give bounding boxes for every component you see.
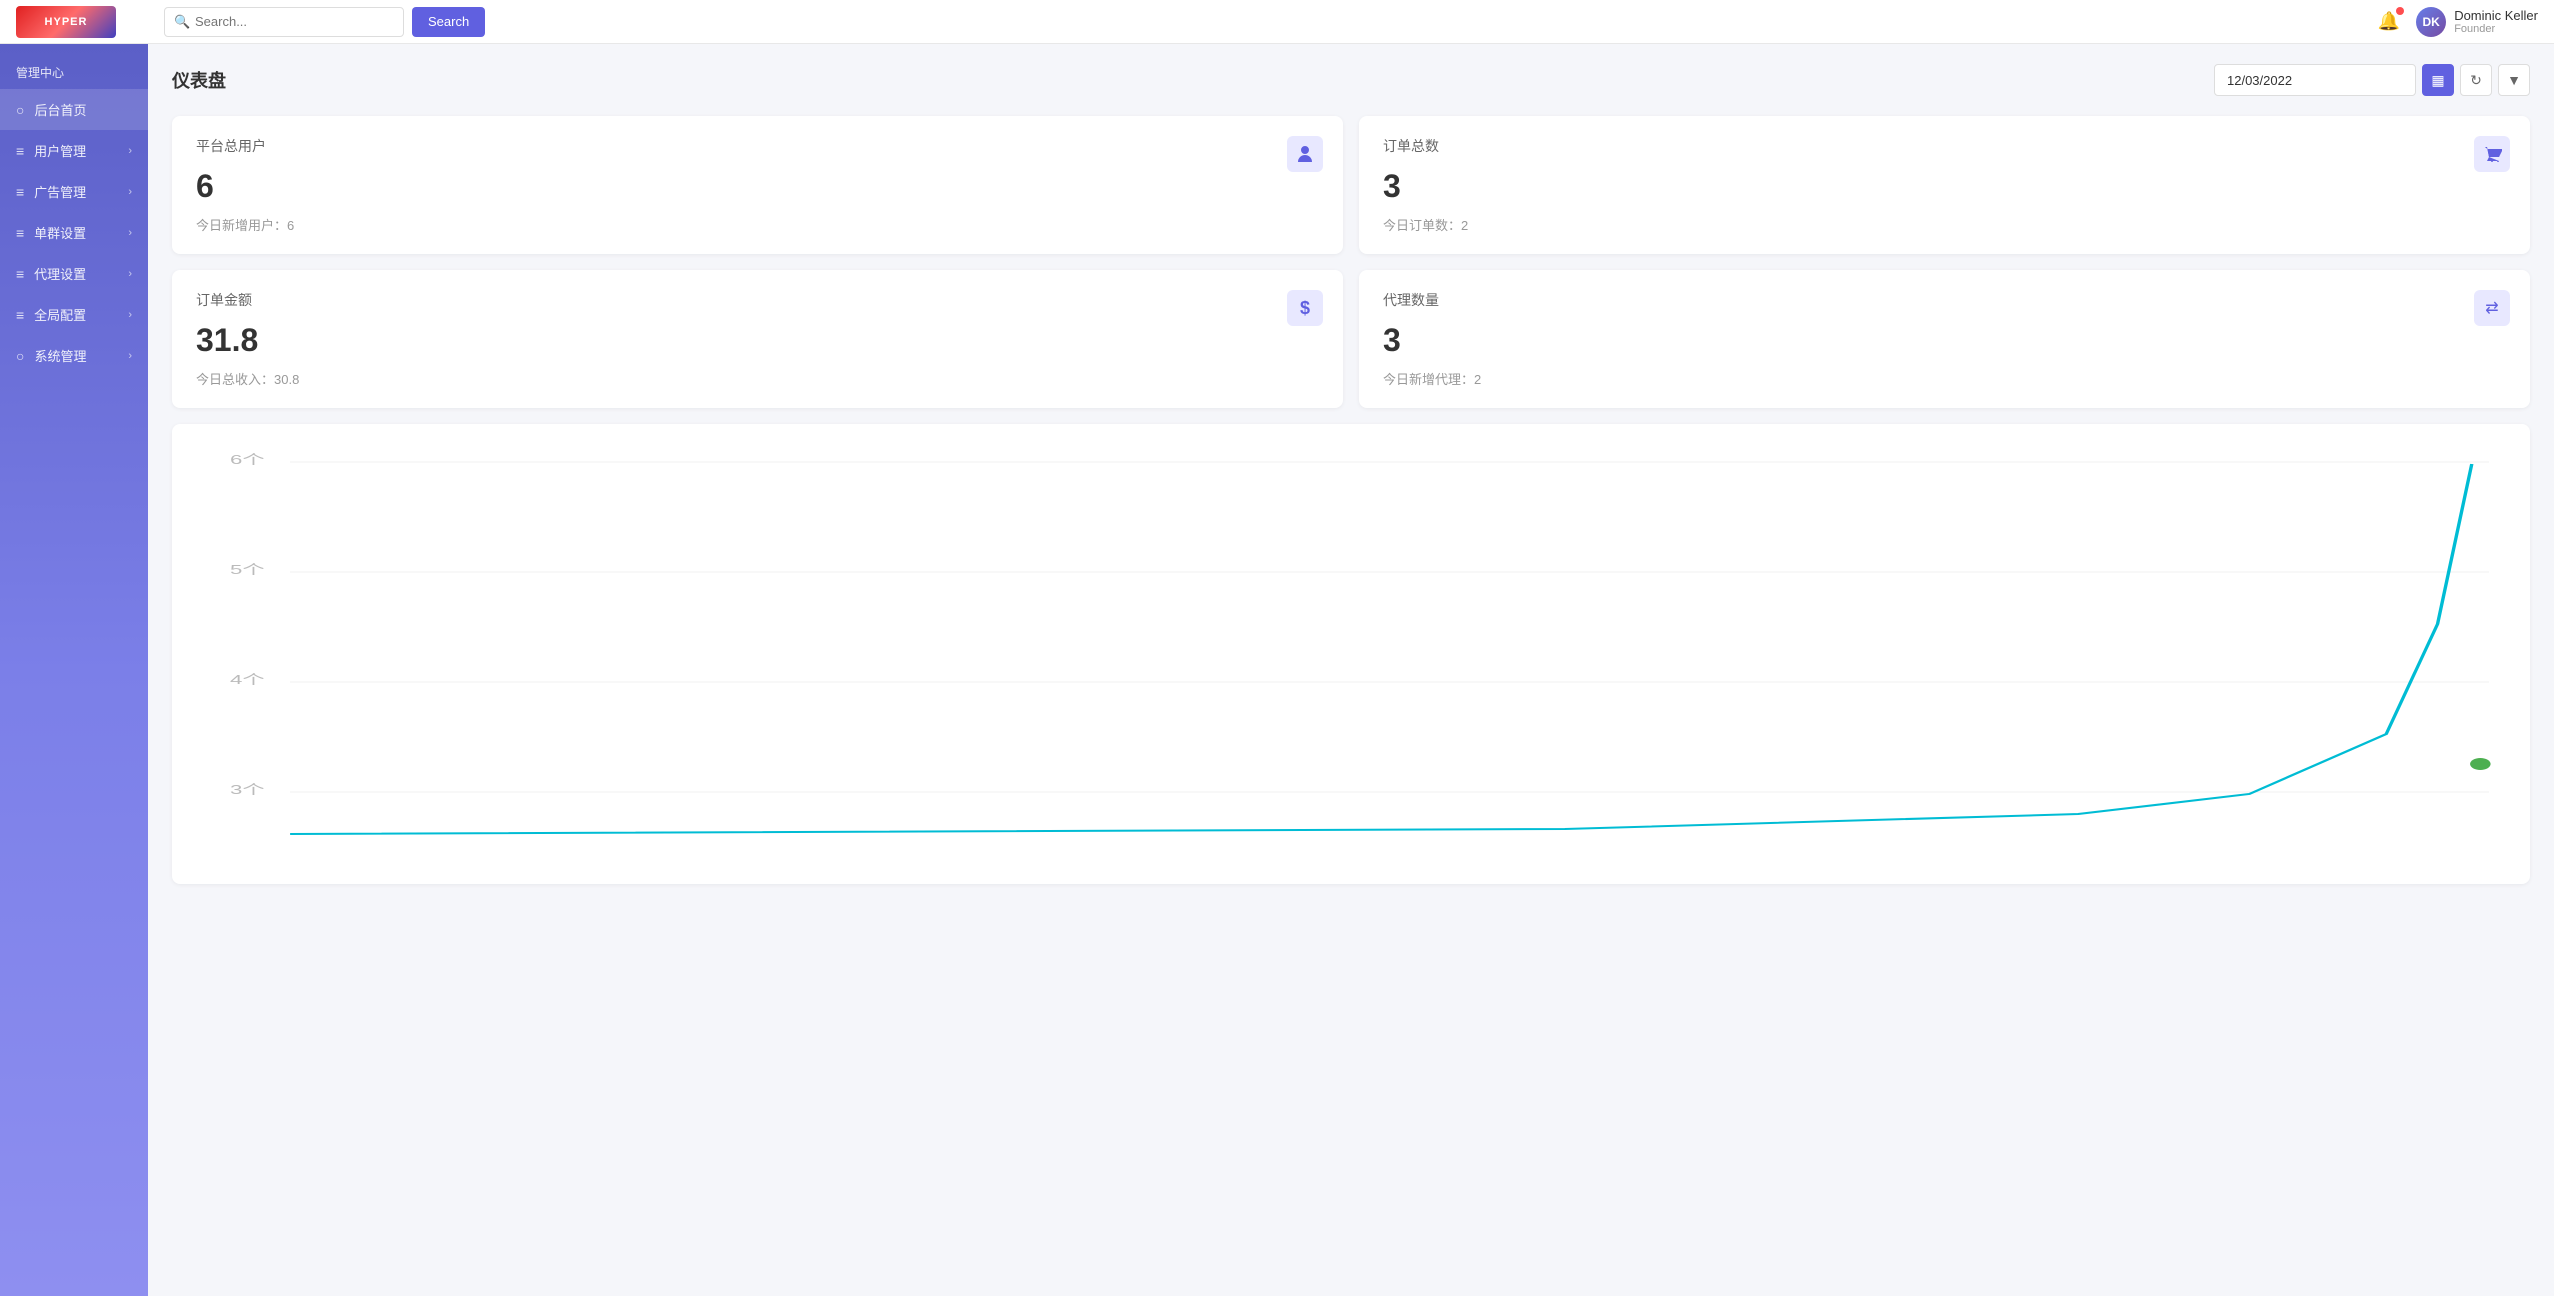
stat-title-amount: 订单金额 <box>196 290 1319 310</box>
date-controls: ▦ ↻ ▼ <box>2214 64 2530 96</box>
date-input[interactable] <box>2214 64 2416 96</box>
stat-card-orders: 订单总数 3 今日订单数：2 <box>1359 116 2530 254</box>
stat-card-users: 平台总用户 6 今日新增用户：6 <box>172 116 1343 254</box>
arrow-icon: › <box>128 350 132 362</box>
sidebar: 管理中心 ○ 后台首页 ≡ 用户管理 › ≡ 广告管理 › ≡ 单群设置 › ≡… <box>0 44 148 1296</box>
sidebar-title: 管理中心 <box>0 52 148 89</box>
search-input-wrap: 🔍 <box>164 7 404 37</box>
y-label-6: 6个 <box>230 453 265 467</box>
sidebar-item-system[interactable]: ○ 系统管理 › <box>0 335 148 376</box>
calendar-btn[interactable]: ▦ <box>2422 64 2454 96</box>
sidebar-item-dashboard[interactable]: ○ 后台首页 <box>0 89 148 130</box>
stat-title-agents: 代理数量 <box>1383 290 2506 310</box>
sidebar-item-users[interactable]: ≡ 用户管理 › <box>0 130 148 171</box>
stat-sub-users: 今日新增用户：6 <box>196 215 1319 234</box>
global-menu-icon: ≡ <box>16 307 24 323</box>
sidebar-item-label: 系统管理 <box>34 346 86 365</box>
stat-value-agents: 3 <box>1383 322 2506 359</box>
stat-sub-orders: 今日订单数：2 <box>1383 215 2506 234</box>
user-info[interactable]: DK Dominic Keller Founder <box>2416 7 2538 37</box>
sidebar-item-ads[interactable]: ≡ 广告管理 › <box>0 171 148 212</box>
stat-sub-agents: 今日新增代理：2 <box>1383 369 2506 388</box>
stat-value-amount: 31.8 <box>196 322 1319 359</box>
chart-line <box>290 464 2472 834</box>
system-menu-icon: ○ <box>16 348 24 364</box>
y-label-3: 3个 <box>230 783 265 797</box>
home-icon: ○ <box>16 102 24 118</box>
chart-svg: 6个 5个 4个 3个 <box>196 444 2506 864</box>
sidebar-item-global[interactable]: ≡ 全局配置 › <box>0 294 148 335</box>
stat-sub-amount: 今日总收入：30.8 <box>196 369 1319 388</box>
search-icon: 🔍 <box>174 14 190 30</box>
y-label-4: 4个 <box>230 673 265 687</box>
stat-value-users: 6 <box>196 168 1319 205</box>
search-area: 🔍 Search <box>164 7 2378 37</box>
arrow-icon: › <box>128 309 132 321</box>
users-menu-icon: ≡ <box>16 143 24 159</box>
logo-area: HYPER <box>16 6 164 38</box>
arrow-icon: › <box>128 227 132 239</box>
sidebar-item-label: 全局配置 <box>34 305 86 324</box>
stat-value-orders: 3 <box>1383 168 2506 205</box>
sidebar-item-label: 单群设置 <box>34 223 86 242</box>
sidebar-item-group[interactable]: ≡ 单群设置 › <box>0 212 148 253</box>
stats-grid: 平台总用户 6 今日新增用户：6 订单总数 3 今日订单数：2 <box>172 116 2530 408</box>
stat-card-amount: 订单金额 31.8 今日总收入：30.8 $ <box>172 270 1343 408</box>
header-right: 🔔 DK Dominic Keller Founder <box>2378 7 2538 37</box>
chart-area: 6个 5个 4个 3个 <box>196 444 2506 864</box>
ads-menu-icon: ≡ <box>16 184 24 200</box>
sidebar-item-label: 用户管理 <box>34 141 86 160</box>
group-menu-icon: ≡ <box>16 225 24 241</box>
stat-title-users: 平台总用户 <box>196 136 1319 156</box>
search-input[interactable] <box>164 7 404 37</box>
arrow-icon: › <box>128 145 132 157</box>
agents-icon: ⇄ <box>2474 290 2510 326</box>
sidebar-item-label: 代理设置 <box>34 264 86 283</box>
refresh-btn[interactable]: ↻ <box>2460 64 2492 96</box>
main-content: 仪表盘 ▦ ↻ ▼ 平台总用户 6 今日新增用户：6 订单 <box>148 44 2554 1296</box>
page-header: 仪表盘 ▦ ↻ ▼ <box>172 64 2530 96</box>
user-role: Founder <box>2454 23 2538 35</box>
page-title: 仪表盘 <box>172 67 226 93</box>
user-name: Dominic Keller <box>2454 8 2538 24</box>
sidebar-item-agents[interactable]: ≡ 代理设置 › <box>0 253 148 294</box>
arrow-icon: › <box>128 186 132 198</box>
filter-btn[interactable]: ▼ <box>2498 64 2530 96</box>
orders-icon <box>2474 136 2510 172</box>
notification-badge <box>2396 7 2404 15</box>
user-details: Dominic Keller Founder <box>2454 8 2538 36</box>
agents-menu-icon: ≡ <box>16 266 24 282</box>
stat-card-agents: 代理数量 3 今日新增代理：2 ⇄ <box>1359 270 2530 408</box>
bell-icon[interactable]: 🔔 <box>2378 11 2400 32</box>
arrow-icon: › <box>128 268 132 280</box>
avatar: DK <box>2416 7 2446 37</box>
search-button[interactable]: Search <box>412 7 485 37</box>
users-icon <box>1287 136 1323 172</box>
logo-text: HYPER <box>45 16 88 28</box>
y-label-5: 5个 <box>230 563 265 577</box>
chart-dot <box>2470 758 2491 770</box>
top-header: HYPER 🔍 Search 🔔 DK Dominic Keller Found… <box>0 0 2554 44</box>
logo: HYPER <box>16 6 116 38</box>
stat-title-orders: 订单总数 <box>1383 136 2506 156</box>
amount-icon: $ <box>1287 290 1323 326</box>
sidebar-item-label: 后台首页 <box>34 100 86 119</box>
chart-card: 6个 5个 4个 3个 <box>172 424 2530 884</box>
layout: 管理中心 ○ 后台首页 ≡ 用户管理 › ≡ 广告管理 › ≡ 单群设置 › ≡… <box>0 44 2554 1296</box>
sidebar-item-label: 广告管理 <box>34 182 86 201</box>
